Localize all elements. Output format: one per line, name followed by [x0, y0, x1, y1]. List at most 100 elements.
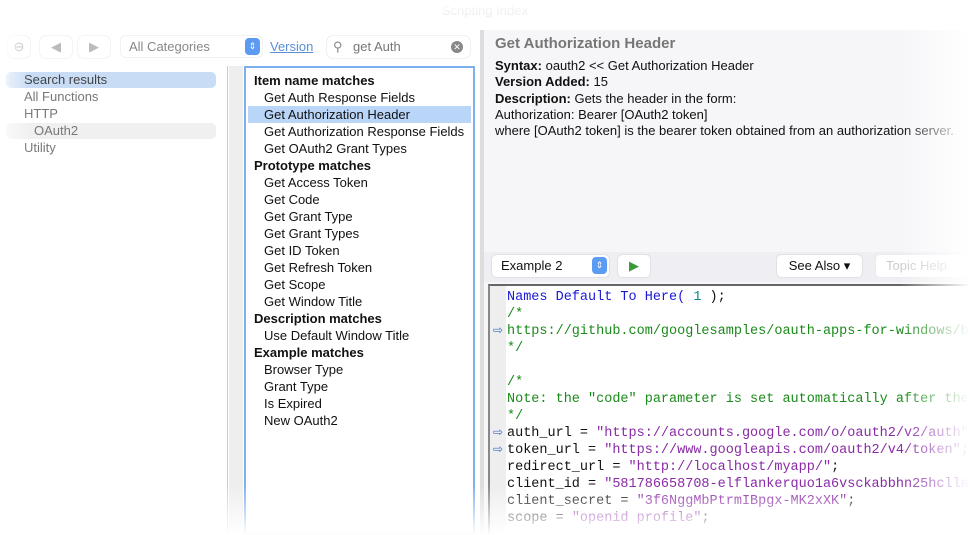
sidebar-item-http[interactable]: HTTP	[6, 106, 216, 122]
code-token: /*	[507, 307, 524, 322]
example-select[interactable]: Example 2 ⇕	[492, 255, 609, 277]
code-line: */	[507, 408, 523, 425]
run-script-icon: ▶	[629, 258, 639, 273]
code-token: scope =	[507, 511, 572, 526]
code-token: Note: the "code" parameter is set automa…	[507, 392, 969, 407]
search-value: get Auth	[353, 39, 401, 54]
breakpoint-arrow-icon: ⇨	[493, 324, 504, 338]
code-line: /*	[507, 374, 523, 391]
code-token: ;	[701, 511, 710, 526]
search-icon: ⚲	[333, 39, 343, 54]
version-value: 15	[593, 74, 608, 90]
sidebar-item-oauth2[interactable]: OAuth2	[6, 123, 216, 139]
code-token: "581786658708-elflankerquo1a6vsckabbhn25…	[604, 477, 970, 492]
code-token: );	[709, 290, 734, 305]
code-token: ;	[960, 443, 969, 458]
code-token: /*	[507, 375, 524, 390]
description-text: Gets the header in the form:	[574, 90, 737, 106]
code-line: auth_url = "https://accounts.google.com/…	[507, 425, 970, 442]
result-item[interactable]: Get Refresh Token	[248, 259, 471, 276]
result-item[interactable]: New OAuth2	[248, 412, 471, 429]
breakpoint-arrow-icon: ⇨	[493, 426, 504, 440]
pane-splitter[interactable]	[229, 66, 243, 535]
code-token: client_id =	[507, 477, 605, 492]
example-toolbar: Example 2 ⇕ ▶ See Also ▾ Topic Help	[484, 252, 970, 282]
result-item[interactable]: Use Default Window Title	[248, 327, 471, 344]
result-item[interactable]: Browser Type	[248, 361, 471, 378]
category-sidebar: Search results All Functions HTTP OAuth2…	[0, 66, 228, 535]
code-token: "http://localhost/myapp/"	[628, 460, 832, 475]
syntax-label: Syntax:	[495, 58, 542, 74]
code-token: */	[507, 341, 524, 356]
result-item[interactable]: Get Auth Response Fields	[248, 89, 471, 106]
code-token: token_url =	[507, 443, 605, 458]
sidebar-item-all-functions[interactable]: All Functions	[6, 89, 216, 105]
forward-button[interactable]: ▶	[78, 36, 110, 58]
result-item[interactable]: Get OAuth2 Grant Types	[248, 140, 471, 157]
category-select[interactable]: All Categories ⇕	[121, 36, 262, 57]
version-link[interactable]: Version	[270, 39, 313, 54]
results-group-header: Example matches	[254, 345, 364, 360]
toolbar: ⊖ ◀ ▶ All Categories ⇕ Version ⚲ get Auth ✕	[0, 32, 480, 60]
result-item[interactable]: Get Code	[248, 191, 471, 208]
example-value: Example 2	[501, 258, 563, 273]
code-token: ;	[831, 460, 840, 475]
result-item[interactable]: Get ID Token	[248, 242, 471, 259]
detail-panel: Get Authorization Header Syntax: oauth2 …	[480, 30, 970, 535]
results-group-header: Prototype matches	[254, 158, 372, 173]
result-item[interactable]: Is Expired	[248, 395, 471, 412]
code-token: client_secret =	[507, 494, 637, 509]
result-item[interactable]: Get Scope	[248, 276, 471, 293]
code-token: ;	[847, 494, 856, 509]
see-also-button[interactable]: See Also ▾	[777, 255, 862, 277]
result-item[interactable]: Get Authorization Response Fields	[248, 123, 471, 140]
topic-help-button[interactable]: Topic Help	[876, 255, 966, 277]
results-group-header: Description matches	[254, 311, 382, 326]
sidebar-item-search-results[interactable]: Search results	[6, 72, 216, 88]
code-line: Note: the "code" parameter is set automa…	[507, 391, 969, 408]
sidebar-item-utility[interactable]: Utility	[6, 140, 216, 156]
code-line: client_secret = "3f6NggMbPtrmIBpgx-MK2xX…	[507, 493, 855, 510]
code-token: "3f6NggMbPtrmIBpgx-MK2xXK"	[636, 494, 848, 509]
code-line: redirect_url = "http://localhost/myapp/"…	[507, 459, 839, 476]
code-line: /*	[507, 306, 523, 323]
result-item[interactable]: Get Access Token	[248, 174, 471, 191]
chevron-updown-icon: ⇕	[245, 38, 260, 55]
code-token: 1	[685, 290, 710, 305]
code-line: token_url = "https://www.googleapis.com/…	[507, 442, 969, 459]
code-line: scope = "openid profile";	[507, 510, 710, 527]
item-title: Get Authorization Header	[495, 35, 676, 52]
code-line: https://github.com/googlesamples/oauth-a…	[507, 323, 970, 340]
result-item[interactable]: Get Grant Type	[248, 208, 471, 225]
result-item[interactable]: Get Grant Types	[248, 225, 471, 242]
code-token: "https://accounts.google.com/o/oauth2/v2…	[596, 426, 969, 441]
results-group-header: Item name matches	[254, 73, 375, 88]
description-line: where [OAuth2 token] is the bearer token…	[495, 123, 954, 139]
run-script-button[interactable]: ▶	[618, 255, 650, 277]
back-button[interactable]: ◀	[40, 36, 72, 58]
code-editor[interactable]: Names Default To Here( 1 ); /* ⇨ https://g…	[488, 284, 970, 535]
breakpoint-arrow-icon: ⇨	[493, 443, 504, 457]
code-line: */	[507, 340, 523, 357]
clear-search-icon[interactable]: ✕	[451, 41, 463, 53]
result-item[interactable]: Grant Type	[248, 378, 471, 395]
results-list: Item name matches Get Auth Response Field…	[244, 66, 475, 535]
result-item[interactable]: Get Authorization Header	[248, 106, 471, 123]
code-token: redirect_url =	[507, 460, 629, 475]
code-line: client_id = "581786658708-elflankerquo1a…	[507, 476, 970, 493]
description-line: Authorization: Bearer [OAuth2 token]	[495, 106, 708, 122]
code-token: https://github.com/googlesamples/oauth-a…	[507, 324, 970, 339]
description-label: Description:	[495, 90, 571, 106]
search-input[interactable]: ⚲ get Auth ✕	[327, 36, 470, 58]
result-item[interactable]: Get Window Title	[248, 293, 471, 310]
code-token: "https://www.googleapis.com/oauth2/v4/to…	[604, 443, 961, 458]
code-token: Names Default To Here(	[507, 290, 686, 305]
code-token: "openid profile"	[571, 511, 702, 526]
code-line: Names Default To Here( 1 );	[507, 289, 734, 306]
home-button[interactable]: ⊖	[8, 36, 30, 58]
code-token: */	[507, 409, 524, 424]
version-label: Version Added:	[495, 74, 590, 90]
code-token: auth_url =	[507, 426, 597, 441]
description: Get Authorization Header Syntax: oauth2 …	[495, 35, 970, 139]
category-value: All Categories	[129, 39, 210, 54]
